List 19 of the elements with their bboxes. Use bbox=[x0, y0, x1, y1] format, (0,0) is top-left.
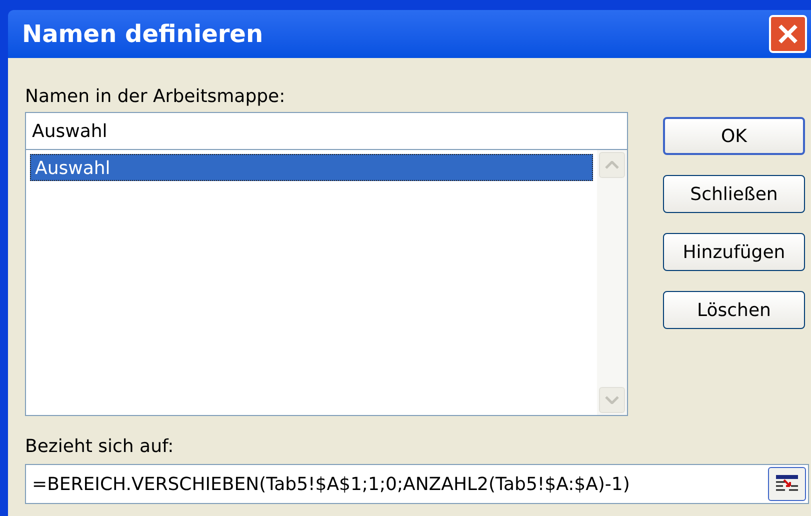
dialog-button[interactable]: OK bbox=[663, 117, 805, 155]
refers-field[interactable]: =BEREICH.VERSCHIEBEN(Tab5!$A$1;1;0;ANZAHL2(Tab5!$A:$A)-1) bbox=[25, 464, 809, 504]
scroll-down-button[interactable] bbox=[599, 387, 625, 413]
list-item[interactable]: Auswahl bbox=[30, 154, 593, 181]
range-select-icon bbox=[775, 474, 799, 494]
collapse-dialog-button[interactable] bbox=[768, 467, 806, 501]
refers-label: Bezieht sich auf: bbox=[25, 435, 175, 459]
names-list[interactable]: Auswahl bbox=[25, 150, 628, 416]
scrollbar[interactable] bbox=[597, 150, 627, 415]
dialog-button[interactable]: Hinzufügen bbox=[663, 233, 805, 271]
refers-value: =BEREICH.VERSCHIEBEN(Tab5!$A$1;1;0;ANZAHL2(Tab5!$A:$A)-1) bbox=[32, 472, 631, 496]
window-title: Namen definieren bbox=[22, 19, 264, 50]
dialog-button[interactable]: Schließen bbox=[663, 175, 805, 213]
close-icon bbox=[777, 23, 799, 45]
scroll-up-button[interactable] bbox=[599, 152, 625, 178]
names-label: Namen in der Arbeitsmappe: bbox=[25, 86, 286, 109]
close-button[interactable] bbox=[769, 15, 807, 53]
dialog-button[interactable]: Löschen bbox=[663, 291, 805, 329]
name-field[interactable]: Auswahl bbox=[25, 112, 628, 150]
